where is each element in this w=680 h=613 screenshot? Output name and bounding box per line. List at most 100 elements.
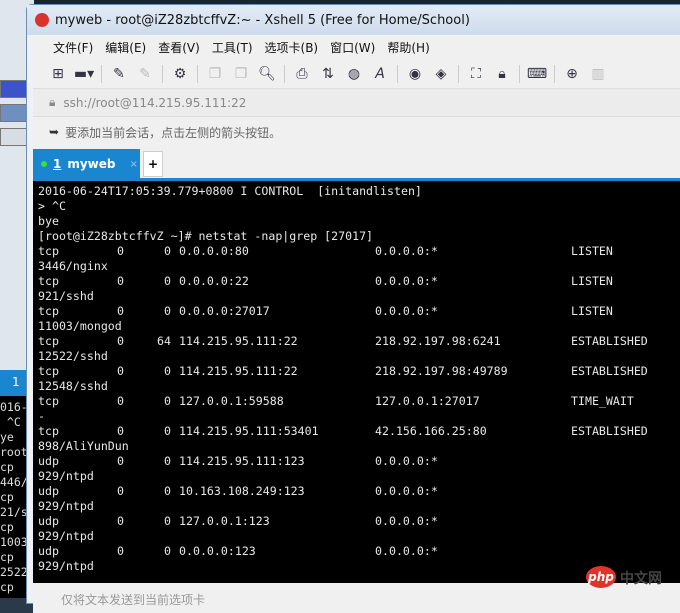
add-tab-icon[interactable]: ⊕ <box>563 65 581 83</box>
divider <box>519 64 520 83</box>
title-bar: myweb - root@iZ28zbtcffvZ:~ - Xshell 5 (… <box>27 5 680 35</box>
copy-icon[interactable]: ❐ <box>206 65 224 83</box>
netstat-program: 11003/mongod <box>38 319 122 333</box>
netstat-sendq: 64 <box>157 334 171 348</box>
compose-text: 仅将文本发送到当前选项卡 <box>61 593 206 607</box>
menu-bar: 文件(F) 编辑(E) 查看(V) 工具(T) 选项卡(B) 窗口(W) 帮助(H) <box>33 35 680 59</box>
hint-text: 要添加当前会话，点击左侧的箭头按钮。 <box>65 125 282 140</box>
keyboard-icon[interactable]: ⌨ <box>527 65 547 83</box>
close-tab-icon[interactable]: × <box>130 159 138 170</box>
lock-icon: 🔒︎ <box>49 95 56 109</box>
fullscreen-icon[interactable]: ⛶ <box>467 65 485 83</box>
font-icon[interactable]: A <box>371 65 389 83</box>
netstat-proto: udp <box>38 484 59 498</box>
arrow-icon[interactable]: ➥ <box>49 125 59 139</box>
netstat-proto: tcp <box>38 364 59 378</box>
netstat-proto: tcp <box>38 424 59 438</box>
open-folder-icon[interactable]: ▬▾ <box>74 65 94 83</box>
connect-icon[interactable]: ✎ <box>110 65 128 83</box>
new-tab-button[interactable]: + <box>143 151 163 177</box>
netstat-local: 114.215.95.111:53401 <box>179 424 319 438</box>
netstat-recvq: 0 <box>117 394 124 408</box>
paste-icon[interactable]: ❐ <box>232 65 250 83</box>
properties-icon[interactable]: ⚙ <box>171 65 189 83</box>
netstat-row: tcp 0 0 114.215.95.111:22 218.92.197.98:4978… <box>38 364 680 379</box>
transfer-icon[interactable]: ⇅ <box>319 65 337 83</box>
netstat-state: ESTABLISHED <box>571 424 648 438</box>
netstat-row: udp 0 0 0.0.0.0:123 0.0.0.0:* <box>38 544 680 559</box>
new-session-icon[interactable]: ⊞ <box>49 65 67 83</box>
netstat-proto: tcp <box>38 304 59 318</box>
netstat-local: 0.0.0.0:27017 <box>179 304 270 318</box>
netstat-local: 0.0.0.0:22 <box>179 274 249 288</box>
watermark-text: 中文网 <box>620 571 662 587</box>
address-bar[interactable]: 🔒︎ ssh://root@114.215.95.111:22 <box>33 89 680 117</box>
netstat-recvq: 0 <box>117 424 124 438</box>
netstat-local: 127.0.0.1:59588 <box>179 394 284 408</box>
netstat-foreign: 0.0.0.0:* <box>375 274 438 288</box>
netstat-foreign: 42.156.166.25:80 <box>375 424 487 438</box>
layout-icon[interactable]: ▥ <box>589 65 607 83</box>
netstat-row: tcp 0 0 0.0.0.0:80 0.0.0.0:* LISTEN <box>38 244 680 259</box>
menu-item[interactable]: 查看(V) <box>158 39 200 56</box>
netstat-row: tcp 0 0 0.0.0.0:22 0.0.0.0:* LISTEN <box>38 274 680 289</box>
netstat-row: udp 0 0 114.215.95.111:123 0.0.0.0:* <box>38 454 680 469</box>
netstat-recvq: 0 <box>117 454 124 468</box>
netstat-recvq: 0 <box>117 514 124 528</box>
lock-icon[interactable]: 🔒︎ <box>493 65 511 83</box>
netstat-row: udp 0 0 127.0.0.1:123 0.0.0.0:* <box>38 514 680 529</box>
netstat-local: 114.215.95.111:123 <box>179 454 305 468</box>
xshell-window: myweb - root@iZ28zbtcffvZ:~ - Xshell 5 (… <box>26 4 680 613</box>
netstat-row: udp 0 0 10.163.108.249:123 0.0.0.0:* <box>38 484 680 499</box>
menu-item[interactable]: 窗口(W) <box>330 39 375 56</box>
terminal-line: bye <box>38 214 59 228</box>
disconnect-icon[interactable]: ✎ <box>136 65 154 83</box>
netstat-program: 929/ntpd <box>38 469 94 483</box>
globe-icon[interactable]: ◍ <box>345 65 363 83</box>
connected-status-icon <box>41 161 47 167</box>
netstat-foreign: 0.0.0.0:* <box>375 544 438 558</box>
watermark-logo: php <box>586 566 616 588</box>
netstat-local: 114.215.95.111:22 <box>179 334 298 348</box>
netstat-program: 12522/sshd <box>38 349 108 363</box>
netstat-sendq: 0 <box>164 244 171 258</box>
netstat-program: 3446/nginx <box>38 259 108 273</box>
divider <box>101 64 102 83</box>
compose-bar[interactable]: 仅将文本发送到当前选项卡 <box>33 583 680 613</box>
netstat-proto: tcp <box>38 274 59 288</box>
xshell-logo-icon <box>35 13 49 27</box>
divider <box>554 64 555 83</box>
netstat-proto: udp <box>38 514 59 528</box>
divider <box>284 64 285 83</box>
menu-item[interactable]: 帮助(H) <box>387 39 429 56</box>
tab-myweb[interactable]: 1 myweb × <box>33 149 140 179</box>
netstat-sendq: 0 <box>164 304 171 318</box>
xftp-icon[interactable]: ◉ <box>406 65 424 83</box>
tab-bar: 1 myweb × + <box>33 149 680 181</box>
netstat-state: ESTABLISHED <box>571 334 648 348</box>
netstat-sendq: 0 <box>164 514 171 528</box>
netstat-foreign: 218.92.197.98:6241 <box>375 334 501 348</box>
netstat-state: TIME_WAIT <box>571 394 634 408</box>
print-icon[interactable]: ⎙ <box>293 65 311 83</box>
netstat-state: LISTEN <box>571 244 613 258</box>
netstat-proto: tcp <box>38 334 59 348</box>
divider <box>197 64 198 83</box>
netstat-row: tcp 0 64 114.215.95.111:22 218.92.197.98:624… <box>38 334 680 349</box>
netstat-local: 114.215.95.111:22 <box>179 364 298 378</box>
terminal[interactable]: 2016-06-24T17:05:39.779+0800 I CONTROL [… <box>33 181 680 583</box>
address-text: ssh://root@114.215.95.111:22 <box>63 95 247 110</box>
netstat-foreign: 0.0.0.0:* <box>375 484 438 498</box>
netstat-proto: tcp <box>38 244 59 258</box>
menu-item[interactable]: 文件(F) <box>53 39 93 56</box>
netstat-program: 12548/sshd <box>38 379 108 393</box>
find-icon[interactable]: 🔍︎ <box>258 65 276 83</box>
menu-item[interactable]: 编辑(E) <box>105 39 146 56</box>
netstat-program: 921/sshd <box>38 289 94 303</box>
script-icon[interactable]: ◈ <box>432 65 450 83</box>
menu-item[interactable]: 工具(T) <box>212 39 253 56</box>
menu-item[interactable]: 选项卡(B) <box>265 39 319 56</box>
netstat-recvq: 0 <box>117 544 124 558</box>
netstat-program: 898/AliYunDun <box>38 439 129 453</box>
netstat-row: tcp 0 0 114.215.95.111:53401 42.156.166.25:8… <box>38 424 680 439</box>
